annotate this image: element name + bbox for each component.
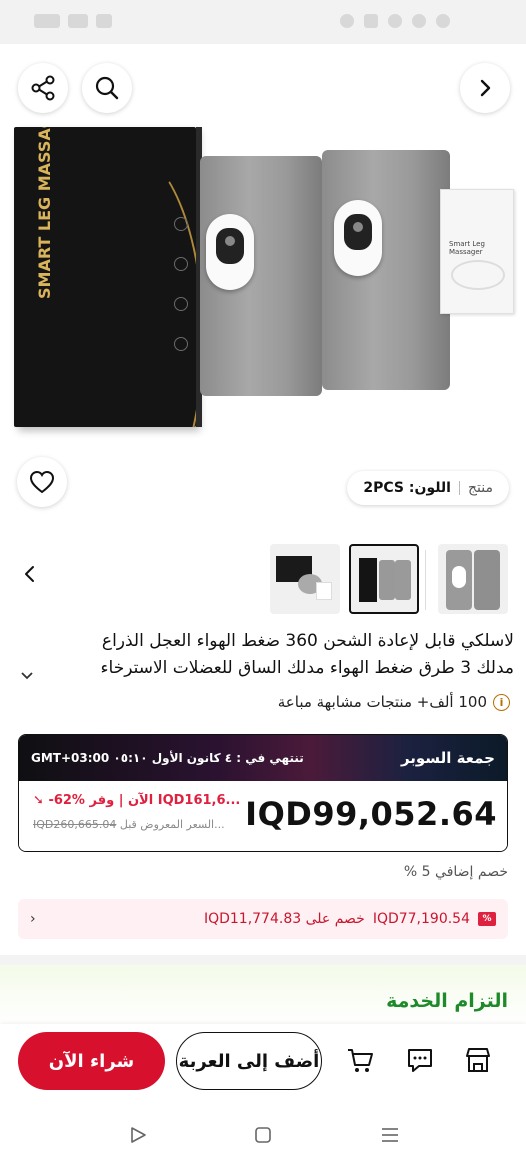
recents-nav-button[interactable] bbox=[380, 1125, 400, 1145]
chat-button[interactable] bbox=[404, 1044, 436, 1076]
notification-icon bbox=[364, 14, 378, 28]
back-nav-icon bbox=[131, 1127, 146, 1143]
product-title-line-1: لاسلكي قابل لإعادة الشحن 360 ضغط الهواء … bbox=[101, 631, 514, 651]
box-brand-text: SMART LEG MASSAGER bbox=[35, 127, 54, 299]
deal-body: IQD99,052.64 ➘ -62% الآن | وفر IQD161,6.… bbox=[19, 781, 507, 851]
manual-title: Smart Leg Massager bbox=[449, 240, 485, 256]
thumb-divider bbox=[425, 550, 426, 610]
coupon-row[interactable]: % IQD77,190.54 خصم على IQD11,774.83 ‹ bbox=[18, 899, 508, 939]
extra-discount: خصم إضافي 5 % bbox=[403, 864, 508, 880]
chevron-right-icon bbox=[480, 79, 491, 97]
wifi-icon bbox=[96, 14, 112, 28]
deal-ends: تنتهي في : ٤ كانون الأول ٠٥:١٠ GMT+03:00 bbox=[31, 751, 304, 765]
add-to-cart-button[interactable]: أضف إلى العربة bbox=[176, 1032, 322, 1090]
coupon-badge: % bbox=[478, 912, 496, 926]
forward-button[interactable] bbox=[460, 63, 510, 113]
search-button[interactable] bbox=[82, 63, 132, 113]
notification-icon bbox=[436, 14, 450, 28]
box-icon bbox=[174, 337, 188, 351]
thumbnails-scroll-left[interactable] bbox=[20, 564, 40, 588]
down-arrow-icon: ➘ bbox=[33, 793, 44, 808]
chevron-left-icon bbox=[25, 566, 34, 582]
coupon-price: IQD77,190.54 bbox=[372, 911, 470, 927]
home-nav-icon bbox=[255, 1127, 271, 1143]
chat-icon bbox=[408, 1049, 432, 1072]
super-friday-deal-card[interactable]: جمعة السوبر تنتهي في : ٤ كانون الأول ٠٥:… bbox=[18, 734, 508, 852]
box-icon bbox=[174, 257, 188, 271]
notification-icon bbox=[388, 14, 402, 28]
cart-icon bbox=[348, 1049, 373, 1072]
current-price: IQD99,052.64 bbox=[245, 795, 497, 833]
heart-icon bbox=[29, 470, 55, 494]
section-divider bbox=[0, 955, 526, 965]
massager-controller-left bbox=[206, 214, 254, 290]
service-title[interactable]: التزام الخدمة bbox=[14, 990, 508, 1012]
original-price-label: السعر المعروض قبل... bbox=[119, 818, 225, 831]
thumbnail-2-selected[interactable] bbox=[349, 544, 419, 614]
notification-icon bbox=[340, 14, 354, 28]
original-price: IQD260,665.04 bbox=[33, 818, 117, 831]
deal-header: جمعة السوبر تنتهي في : ٤ كانون الأول ٠٥:… bbox=[19, 735, 507, 781]
discount-text: -62% الآن | وفر IQD161,6... bbox=[48, 793, 241, 808]
store-button[interactable] bbox=[462, 1044, 494, 1076]
status-bar bbox=[0, 0, 526, 44]
expand-title-button[interactable] bbox=[20, 668, 34, 686]
similar-sold-row[interactable]: i 100 ألف+ منتجات مشابهة مباعة bbox=[14, 693, 510, 711]
coupon-text: خصم على IQD11,774.83 bbox=[203, 911, 365, 927]
buy-now-button[interactable]: شراء الآن bbox=[18, 1032, 165, 1090]
variant-chip[interactable]: منتج اللون: 2PCS bbox=[347, 471, 509, 505]
cable-image bbox=[451, 260, 505, 290]
info-icon: i bbox=[493, 693, 510, 711]
thumbnail-3[interactable] bbox=[438, 544, 508, 614]
signal-icon bbox=[68, 14, 88, 28]
product-box-image: SMART LEG MASSAGER bbox=[14, 127, 196, 427]
product-title-line-2: مدلك 3 طرق ضغط الهواء مدلك الساق للعضلات… bbox=[100, 658, 514, 678]
manual-image: Smart Leg Massager bbox=[440, 189, 514, 314]
divider bbox=[459, 481, 460, 495]
home-nav-button[interactable] bbox=[253, 1125, 273, 1145]
wishlist-button[interactable] bbox=[17, 457, 67, 507]
system-nav-bar bbox=[0, 1099, 526, 1169]
product-image-gallery[interactable]: SMART LEG MASSAGER Smart Leg Massager من… bbox=[0, 44, 526, 526]
original-price-line: IQD260,665.04 السعر المعروض قبل... bbox=[33, 818, 225, 831]
share-icon bbox=[31, 75, 55, 101]
store-icon bbox=[466, 1048, 490, 1072]
discount-line: ➘ -62% الآن | وفر IQD161,6... bbox=[33, 793, 240, 808]
product-title[interactable]: لاسلكي قابل لإعادة الشحن 360 ضغط الهواء … bbox=[14, 628, 514, 682]
variant-color-value: اللون: 2PCS bbox=[363, 480, 451, 496]
thumbnail-1[interactable] bbox=[270, 544, 340, 614]
massager-controller-right bbox=[334, 200, 382, 276]
deal-title: جمعة السوبر bbox=[400, 749, 495, 767]
chevron-down-icon bbox=[21, 672, 33, 680]
cart-button[interactable] bbox=[344, 1044, 376, 1076]
box-icon bbox=[174, 217, 188, 231]
bottom-action-bar: شراء الآن أضف إلى العربة bbox=[0, 1024, 526, 1099]
share-button[interactable] bbox=[18, 63, 68, 113]
search-icon bbox=[95, 76, 119, 100]
thumbnail-strip bbox=[0, 526, 526, 624]
similar-sold-text: 100 ألف+ منتجات مشابهة مباعة bbox=[277, 693, 487, 711]
box-decoration bbox=[44, 147, 196, 427]
chevron-left-icon: ‹ bbox=[30, 911, 36, 927]
box-icon bbox=[174, 297, 188, 311]
back-nav-button[interactable] bbox=[128, 1125, 148, 1145]
notification-icon bbox=[412, 14, 426, 28]
recents-nav-icon bbox=[382, 1128, 398, 1142]
battery-icon bbox=[34, 14, 60, 28]
variant-label: منتج bbox=[468, 480, 493, 496]
